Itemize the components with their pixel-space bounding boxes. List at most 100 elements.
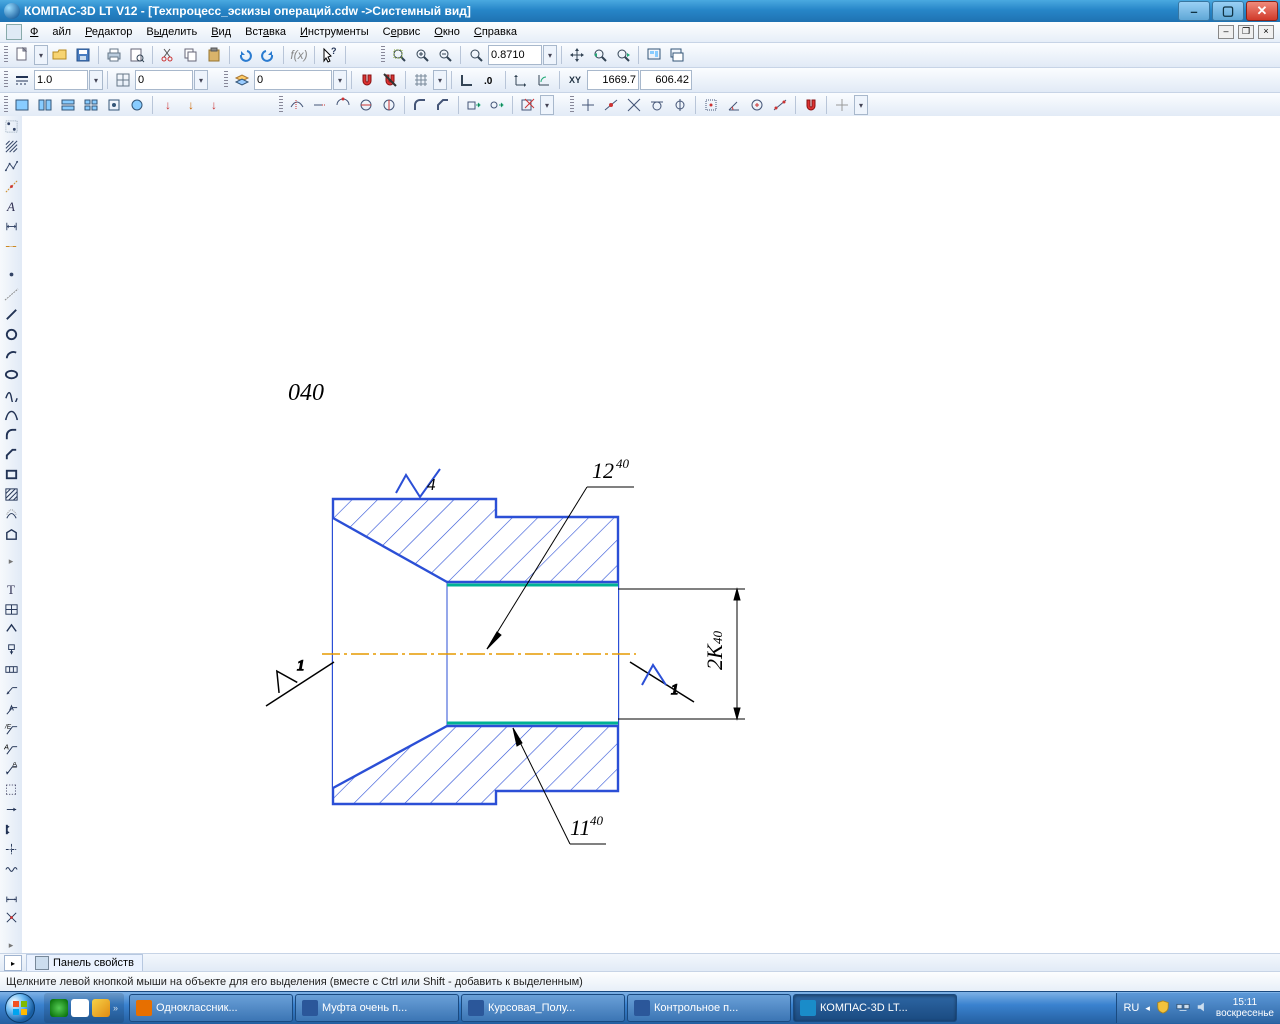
edit-extend-button[interactable] [309, 94, 331, 116]
taskbar-button[interactable]: Контрольное п... [627, 994, 791, 1022]
tray-network-icon[interactable] [1176, 1000, 1190, 1017]
layer-input[interactable] [254, 70, 332, 90]
snap-near-button[interactable] [577, 94, 599, 116]
lcs-button[interactable] [510, 69, 532, 91]
geom-text-icon[interactable]: A [2, 198, 20, 216]
anchor1-button[interactable]: ↓ [157, 94, 179, 116]
toolbar-grip[interactable] [381, 46, 385, 64]
expand-icon[interactable]: ▸ [2, 553, 20, 571]
draw-ellipse-icon[interactable] [2, 365, 20, 383]
quick-mail-icon[interactable] [92, 999, 110, 1017]
anchor2-button[interactable]: ↓ [180, 94, 202, 116]
toolbar-grip[interactable] [4, 46, 8, 64]
copy-button[interactable] [180, 44, 202, 66]
edit-cut2-button[interactable] [378, 94, 400, 116]
annot-text-icon[interactable]: T [2, 581, 20, 599]
annot-arrow-icon[interactable] [2, 800, 20, 818]
view-mode5[interactable] [103, 94, 125, 116]
snap-tan-button[interactable] [646, 94, 668, 116]
zoom-in-button[interactable] [411, 44, 433, 66]
annot-change-icon[interactable]: A [2, 761, 20, 779]
mdi-minimize-button[interactable]: – [1218, 25, 1234, 39]
menu-insert[interactable]: Вставка [245, 26, 286, 38]
view-mode3[interactable] [57, 94, 79, 116]
annot-base-icon[interactable] [2, 641, 20, 659]
redo-button[interactable] [257, 44, 279, 66]
annot-table-icon[interactable] [2, 601, 20, 619]
draw-spline-icon[interactable] [2, 385, 20, 403]
annot-rough-icon[interactable] [2, 621, 20, 639]
snap-mid-button[interactable] [600, 94, 622, 116]
coord-xy-button[interactable]: XY [564, 69, 586, 91]
open-button[interactable] [49, 44, 71, 66]
taskbar-button[interactable]: Одноклассник... [129, 994, 293, 1022]
geom-pline-icon[interactable] [2, 158, 20, 176]
toolbar-grip[interactable] [224, 71, 228, 89]
menu-tools[interactable]: Инструменты [300, 26, 369, 38]
annot-leader-icon[interactable] [2, 681, 20, 699]
view-mode2[interactable] [34, 94, 56, 116]
toolbar-grip[interactable] [4, 96, 8, 114]
coord-y-input[interactable] [640, 70, 692, 90]
lcs-rotate-button[interactable] [533, 69, 555, 91]
menu-view[interactable]: Вид [211, 26, 231, 38]
draw-circle-icon[interactable] [2, 326, 20, 344]
menu-window[interactable]: Окно [434, 26, 460, 38]
draw-xline-icon[interactable] [2, 286, 20, 304]
fillet-button[interactable] [409, 94, 431, 116]
tray-shield-icon[interactable] [1156, 1000, 1170, 1017]
menu-file[interactable]: Файл [30, 26, 71, 38]
toolbar-grip[interactable] [4, 71, 8, 89]
line-style-button[interactable] [11, 69, 33, 91]
utorrent-icon[interactable] [50, 999, 68, 1017]
preview-button[interactable] [126, 44, 148, 66]
annot-pos-icon[interactable]: A [2, 741, 20, 759]
snap-target-button[interactable] [831, 94, 853, 116]
draw-point-icon[interactable] [2, 266, 20, 284]
snap-angle-button[interactable] [723, 94, 745, 116]
draw-equid-icon[interactable] [2, 505, 20, 523]
new-doc-button[interactable] [11, 44, 33, 66]
annot-center-icon[interactable] [2, 840, 20, 858]
drawing-canvas[interactable]: 040 12 40 11 40 2K 40 4 1 1 [22, 116, 1280, 954]
draw-line-icon[interactable] [2, 306, 20, 324]
view-mode4[interactable] [80, 94, 102, 116]
edit-cut1-button[interactable] [355, 94, 377, 116]
zoom-fit-button[interactable] [388, 44, 410, 66]
geom-axis-icon[interactable] [2, 238, 20, 256]
cleanup-button[interactable] [517, 94, 539, 116]
draw-chamfer-icon[interactable] [2, 445, 20, 463]
quick-doc-icon[interactable] [71, 999, 89, 1017]
snap-center-button[interactable] [746, 94, 768, 116]
snap-norm-button[interactable] [669, 94, 691, 116]
zoom-value-input[interactable] [488, 45, 542, 65]
layer-dropdown[interactable]: ▾ [333, 70, 347, 90]
chamfer-button[interactable] [432, 94, 454, 116]
pan-button[interactable] [566, 44, 588, 66]
grid-button[interactable] [410, 69, 432, 91]
edit-trim-button[interactable] [286, 94, 308, 116]
geom-aux-icon[interactable] [2, 178, 20, 196]
magnet-red-button[interactable] [356, 69, 378, 91]
anchor3-button[interactable]: ↓ [203, 94, 225, 116]
tray-clock[interactable]: 15:11 воскресенье [1216, 997, 1274, 1019]
zoom-next-button[interactable] [612, 44, 634, 66]
convert2-button[interactable] [486, 94, 508, 116]
minimize-button[interactable]: – [1178, 1, 1210, 21]
help-context-button[interactable]: ? [319, 44, 341, 66]
print-button[interactable] [103, 44, 125, 66]
geom-hatch2-icon[interactable] [2, 138, 20, 156]
menu-edit[interactable]: Редактор [85, 26, 132, 38]
step-input[interactable] [135, 70, 193, 90]
zoom-prev-button[interactable] [589, 44, 611, 66]
toolbar-grip[interactable] [279, 96, 283, 114]
draw-arc-icon[interactable] [2, 345, 20, 363]
tray-volume-icon[interactable] [1196, 1000, 1210, 1017]
dim-lin-icon[interactable] [2, 888, 20, 906]
step-button[interactable] [112, 69, 134, 91]
doc-sysmenu-icon[interactable] [6, 24, 22, 40]
snap-point-button[interactable] [769, 94, 791, 116]
view-mode1[interactable] [11, 94, 33, 116]
geom-point-icon[interactable] [2, 118, 20, 136]
annot-weld-icon[interactable] [2, 701, 20, 719]
